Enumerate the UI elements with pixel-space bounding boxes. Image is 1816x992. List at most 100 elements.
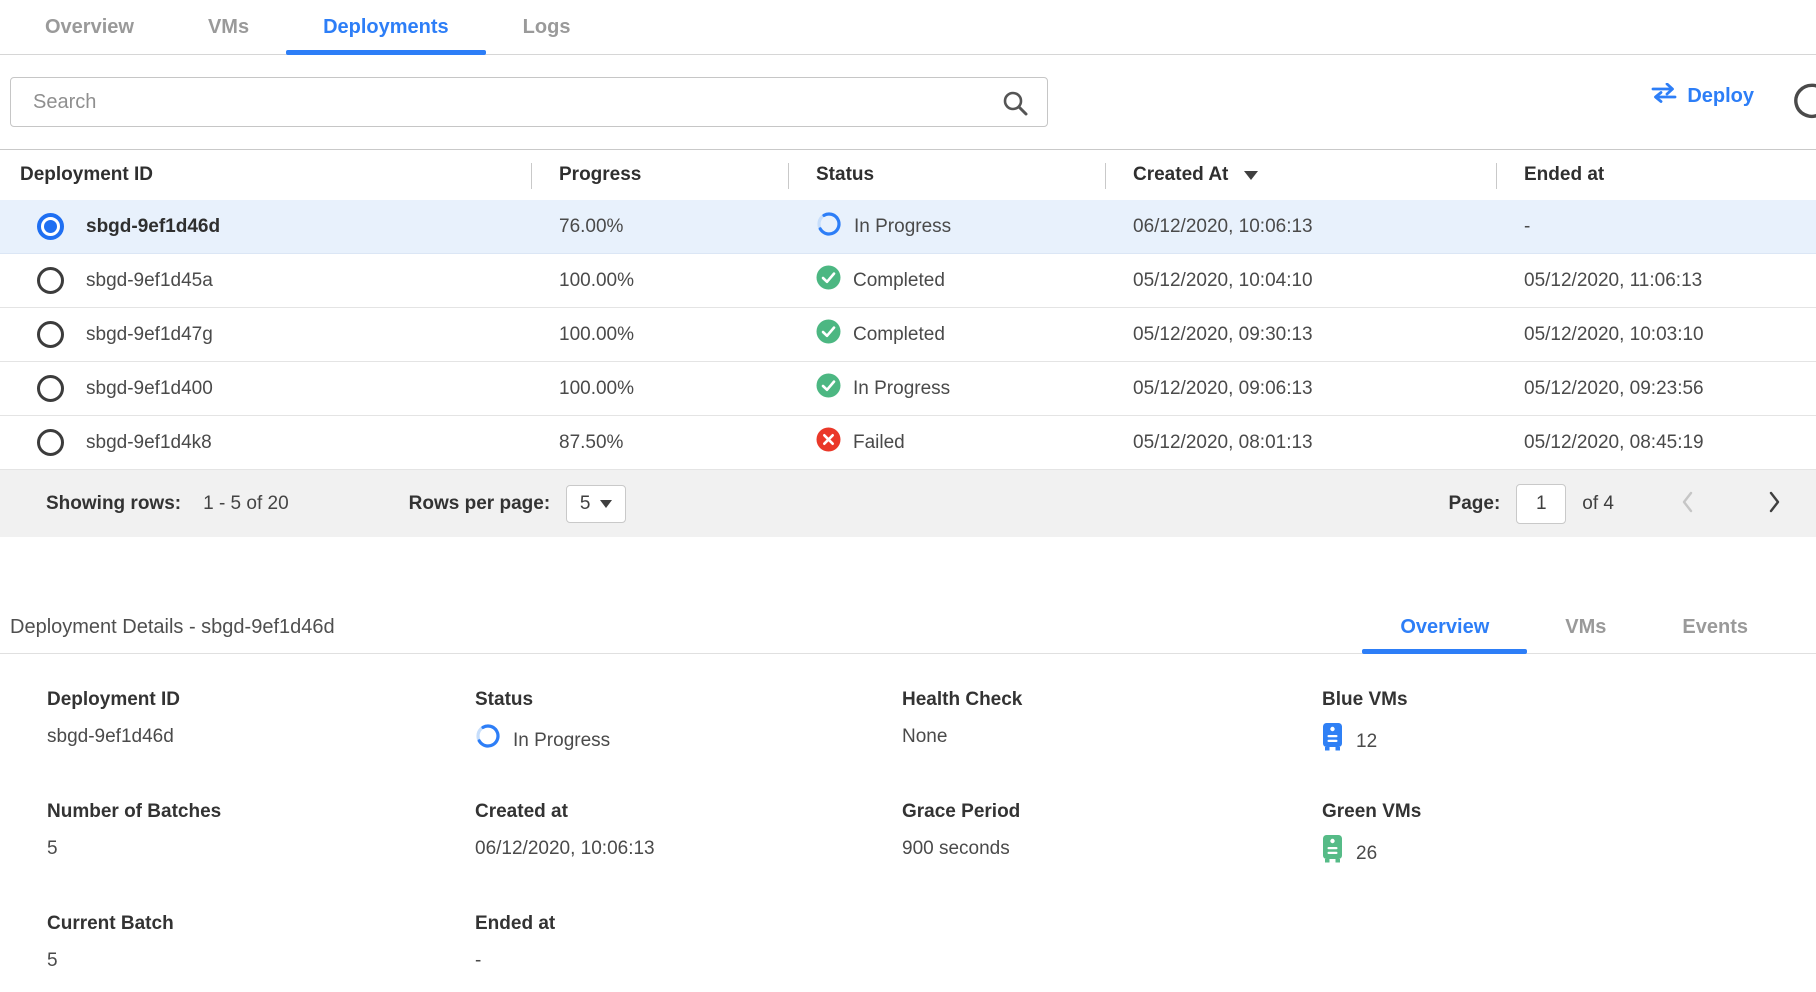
table-row[interactable]: sbgd-9ef1d46d 76.00% In Progress 06/12/2…: [0, 200, 1816, 254]
details-header: Deployment Details - sbgd-9ef1d46d Overv…: [0, 601, 1816, 654]
details-tab-overview[interactable]: Overview: [1362, 601, 1527, 653]
field-label: Green VMs: [1322, 800, 1816, 824]
row-radio[interactable]: [37, 375, 64, 402]
details-title: Deployment Details - sbgd-9ef1d46d: [10, 616, 335, 639]
field-label: Status: [475, 688, 902, 712]
refresh-button[interactable]: [1792, 80, 1816, 120]
field-value: -: [475, 947, 902, 975]
deployment-details: Deployment Details - sbgd-9ef1d46d Overv…: [0, 601, 1816, 975]
chevron-left-icon: [1680, 490, 1696, 517]
field-value: In Progress: [513, 727, 610, 755]
page-label: Page:: [1449, 493, 1501, 515]
ended-at-value: -: [1496, 216, 1816, 238]
table-header: Deployment ID Progress Status Created At…: [0, 149, 1816, 200]
column-header-ended-at: Ended at: [1496, 150, 1816, 200]
progress-value: 100.00%: [531, 324, 788, 346]
ended-at-value: 05/12/2020, 11:06:13: [1496, 270, 1816, 292]
swap-arrows-icon: [1651, 83, 1677, 109]
created-at-value: 05/12/2020, 08:01:13: [1105, 432, 1496, 454]
progress-value: 87.50%: [531, 432, 788, 454]
table-row[interactable]: sbgd-9ef1d45a 100.00% Completed 05/12/20…: [0, 254, 1816, 308]
deployments-page: Overview VMs Deployments Logs Deploy Dep…: [0, 0, 1816, 992]
tab-overview[interactable]: Overview: [8, 0, 171, 54]
search-input[interactable]: [11, 78, 1047, 126]
column-header-progress: Progress: [531, 150, 788, 200]
field-value: 5: [47, 835, 475, 863]
check-circle-icon: [816, 319, 841, 350]
field-value: 06/12/2020, 10:06:13: [475, 835, 902, 863]
column-header-status: Status: [788, 150, 1105, 200]
table-row[interactable]: sbgd-9ef1d47g 100.00% Completed 05/12/20…: [0, 308, 1816, 362]
created-at-value: 05/12/2020, 10:04:10: [1105, 270, 1496, 292]
previous-page-button[interactable]: [1676, 486, 1700, 521]
server-green-icon: [1322, 835, 1344, 872]
field-value: None: [902, 723, 1322, 751]
x-circle-icon: [816, 427, 841, 458]
row-radio[interactable]: [37, 429, 64, 456]
field-label: Created at: [475, 800, 902, 824]
next-page-button[interactable]: [1762, 486, 1786, 521]
chevron-right-icon: [1766, 490, 1782, 517]
row-radio[interactable]: [37, 267, 64, 294]
details-tab-vms[interactable]: VMs: [1527, 601, 1644, 653]
table-row[interactable]: sbgd-9ef1d400 100.00% In Progress 05/12/…: [0, 362, 1816, 416]
column-header-deployment-id: Deployment ID: [0, 150, 531, 200]
page-total: of 4: [1582, 493, 1614, 515]
details-tab-bar: Overview VMs Events: [1362, 601, 1786, 653]
field-value: 12: [1356, 728, 1377, 756]
deployments-table: Deployment ID Progress Status Created At…: [0, 149, 1816, 537]
tab-vms[interactable]: VMs: [171, 0, 286, 54]
tab-logs[interactable]: Logs: [486, 0, 608, 54]
showing-rows-value: 1 - 5 of 20: [203, 493, 289, 515]
deploy-button-label: Deploy: [1687, 85, 1754, 108]
showing-rows-label: Showing rows:: [46, 493, 181, 515]
created-at-value: 05/12/2020, 09:06:13: [1105, 378, 1496, 400]
column-header-created-at[interactable]: Created At: [1105, 150, 1496, 200]
rows-per-page-select[interactable]: 5: [566, 485, 626, 523]
search-box: [10, 77, 1048, 127]
details-tab-events[interactable]: Events: [1644, 601, 1786, 653]
in-progress-spinner-icon: [475, 723, 501, 758]
field-label: Health Check: [902, 688, 1322, 712]
progress-value: 76.00%: [531, 216, 788, 238]
check-circle-icon: [816, 373, 841, 404]
field-current-batch: Current Batch 5: [47, 912, 475, 975]
field-blue-vms: Blue VMs 12: [1322, 688, 1816, 760]
field-label: Current Batch: [47, 912, 475, 936]
deploy-button[interactable]: Deploy: [1651, 83, 1754, 109]
rows-per-page-label: Rows per page:: [409, 493, 550, 515]
column-header-created-at-label: Created At: [1133, 164, 1228, 186]
field-grace-period: Grace Period 900 seconds: [902, 800, 1322, 872]
field-label: Ended at: [475, 912, 902, 936]
field-health-check: Health Check None: [902, 688, 1322, 760]
details-grid: Deployment ID sbgd-9ef1d46d Status In Pr…: [0, 654, 1816, 975]
row-radio-selected[interactable]: [37, 213, 64, 240]
field-label: Deployment ID: [47, 688, 475, 712]
field-created-at: Created at 06/12/2020, 10:06:13: [475, 800, 902, 872]
search-icon: [1001, 89, 1029, 122]
field-green-vms: Green VMs 26: [1322, 800, 1816, 872]
toolbar: Deploy: [0, 55, 1816, 149]
progress-value: 100.00%: [531, 270, 788, 292]
field-value: 5: [47, 947, 475, 975]
refresh-icon: [1792, 80, 1816, 123]
server-blue-icon: [1322, 723, 1344, 760]
field-ended-at: Ended at -: [475, 912, 902, 975]
field-value: sbgd-9ef1d46d: [47, 723, 475, 751]
table-row[interactable]: sbgd-9ef1d4k8 87.50% Failed 05/12/2020, …: [0, 416, 1816, 470]
ended-at-value: 05/12/2020, 09:23:56: [1496, 378, 1816, 400]
top-tab-bar: Overview VMs Deployments Logs: [0, 0, 1816, 55]
tab-deployments[interactable]: Deployments: [286, 0, 486, 54]
status-label: In Progress: [854, 216, 951, 238]
status-label: Failed: [853, 432, 905, 454]
page-number-input[interactable]: [1516, 484, 1566, 524]
field-label: Blue VMs: [1322, 688, 1816, 712]
created-at-value: 06/12/2020, 10:06:13: [1105, 216, 1496, 238]
row-radio[interactable]: [37, 321, 64, 348]
table-footer: Showing rows: 1 - 5 of 20 Rows per page:…: [0, 470, 1816, 537]
status-label: In Progress: [853, 378, 950, 400]
deployment-id: sbgd-9ef1d47g: [86, 324, 213, 346]
field-number-of-batches: Number of Batches 5: [47, 800, 475, 872]
deployment-id: sbgd-9ef1d4k8: [86, 432, 212, 454]
field-status: Status In Progress: [475, 688, 902, 760]
